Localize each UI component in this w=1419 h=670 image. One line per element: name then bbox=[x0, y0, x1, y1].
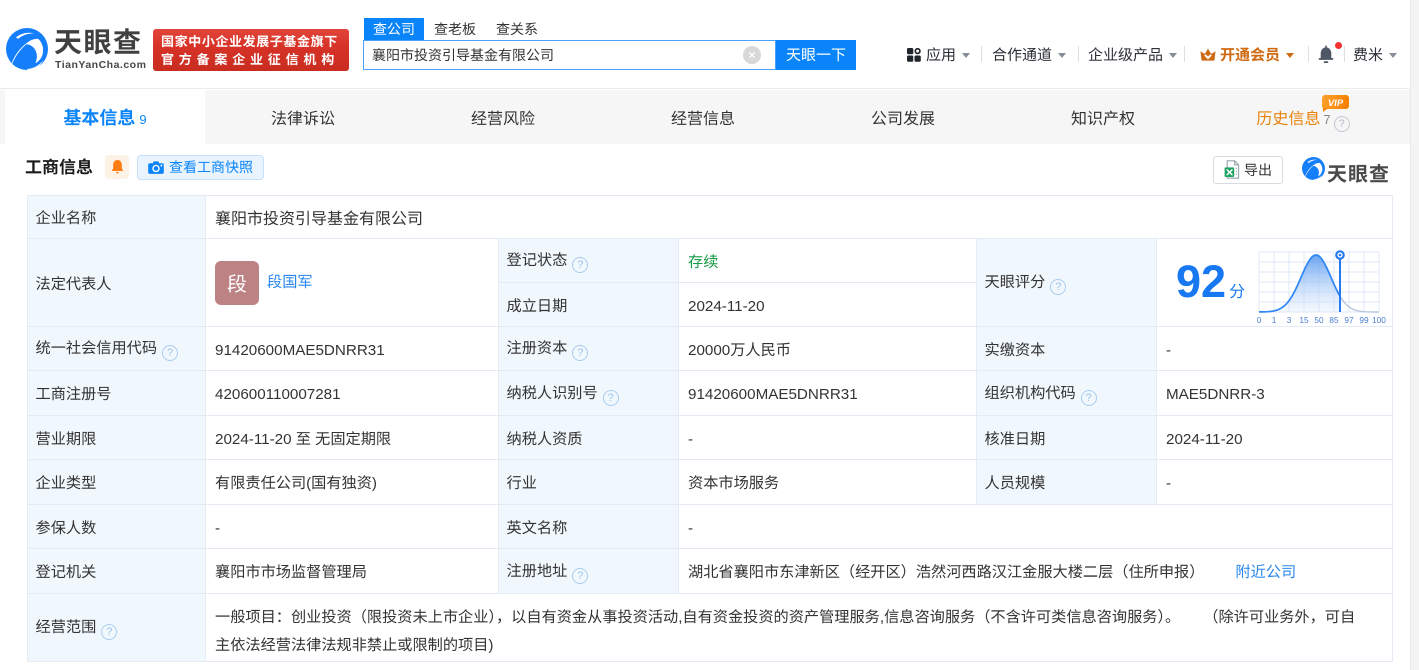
svg-text:50: 50 bbox=[1314, 315, 1324, 325]
svg-text:100: 100 bbox=[1372, 315, 1386, 325]
svg-text:15: 15 bbox=[1299, 315, 1309, 325]
svg-text:0: 0 bbox=[1257, 315, 1262, 325]
svg-text:85: 85 bbox=[1329, 315, 1339, 325]
svg-text:99: 99 bbox=[1359, 315, 1369, 325]
svg-text:3: 3 bbox=[1287, 315, 1292, 325]
svg-text:1: 1 bbox=[1272, 315, 1277, 325]
svg-text:97: 97 bbox=[1344, 315, 1354, 325]
